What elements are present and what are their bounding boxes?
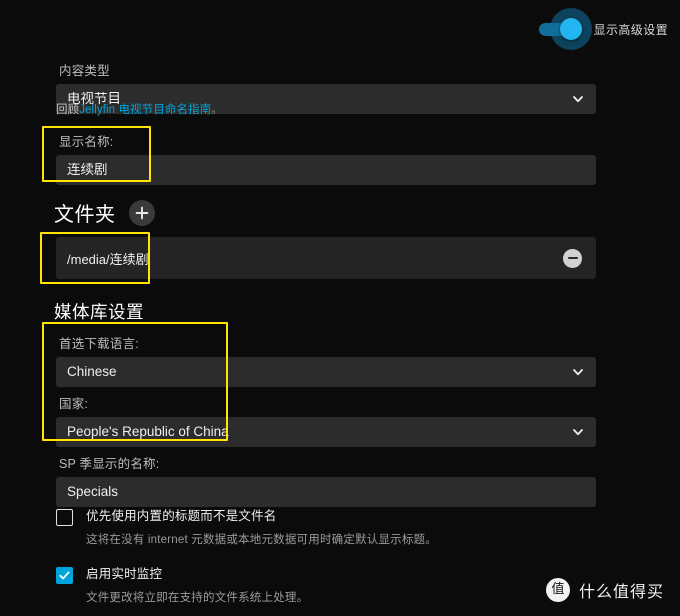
specials-name-field: SP 季显示的名称: Specials: [56, 453, 596, 507]
folders-heading-text: 文件夹: [54, 204, 116, 226]
preferred-language-field: 首选下载语言: Chinese: [56, 333, 596, 387]
realtime-monitor-row: 启用实时监控 文件更改将立即在支持的文件系统上处理。: [56, 566, 616, 605]
advanced-settings-label: 显示高级设置: [593, 22, 668, 37]
advanced-settings-toggle-row[interactable]: 显示高级设置: [538, 8, 668, 50]
watermark-logo-icon: 值: [545, 578, 570, 602]
country-label: 国家:: [59, 397, 89, 411]
display-name-input[interactable]: 连续剧: [56, 155, 596, 185]
switch-knob[interactable]: [559, 18, 582, 40]
display-name-label: 显示名称:: [59, 135, 114, 149]
preferred-language-label: 首选下载语言:: [59, 337, 139, 351]
specials-name-label: SP 季显示的名称:: [59, 457, 160, 471]
chevron-down-icon: [572, 426, 584, 438]
prefer-embedded-titles-description: 这将在没有 internet 元数据或本地元数据可用时确定默认显示标题。: [86, 534, 437, 546]
realtime-monitor-checkbox[interactable]: [56, 567, 73, 584]
specials-name-input[interactable]: Specials: [56, 477, 596, 507]
country-field: 国家: People's Republic of China: [56, 393, 596, 447]
watermark-text: 什么值得买: [578, 584, 664, 601]
folder-path: /media/连续剧: [67, 251, 149, 267]
prefer-embedded-titles-checkbox[interactable]: [56, 509, 73, 526]
minus-circle-icon: [567, 256, 578, 260]
chevron-down-icon: [572, 366, 584, 378]
check-icon: [58, 569, 71, 582]
content-type-label: 内容类型: [59, 64, 110, 78]
display-name-field: 显示名称: 连续剧: [56, 131, 596, 185]
folders-section-heading: 文件夹: [54, 198, 155, 227]
realtime-monitor-description: 文件更改将立即在支持的文件系统上处理。: [86, 592, 309, 604]
naming-guide-link[interactable]: Jellyfin 电视节目命名指南: [79, 104, 211, 116]
preferred-language-value: Chinese: [67, 365, 117, 379]
chevron-down-icon: [572, 93, 584, 105]
watermark: 值 什么值得买: [545, 578, 664, 602]
country-select[interactable]: People's Republic of China: [56, 417, 596, 447]
preferred-language-select[interactable]: Chinese: [56, 357, 596, 387]
naming-guide-helper-text: 回顾Jellyfin 电视节目命名指南。: [56, 101, 223, 117]
advanced-settings-switch[interactable]: [538, 8, 592, 50]
remove-folder-button[interactable]: [563, 248, 582, 268]
specials-name-value: Specials: [67, 485, 119, 499]
display-name-value: 连续剧: [67, 163, 108, 177]
folder-list-item[interactable]: /media/连续剧: [56, 237, 596, 279]
helper-suffix: 。: [211, 104, 223, 116]
settings-page: 显示高级设置 内容类型 电视节目 回顾Jellyfin 电视节目命名指南。 显示…: [0, 0, 680, 616]
country-value: People's Republic of China: [67, 425, 229, 439]
prefer-embedded-titles-row: 优先使用内置的标题而不是文件名 这将在没有 internet 元数据或本地元数据…: [56, 508, 616, 547]
library-settings-heading: 媒体库设置: [54, 302, 144, 322]
plus-icon: [135, 206, 149, 220]
prefer-embedded-titles-label[interactable]: 优先使用内置的标题而不是文件名: [86, 508, 277, 525]
add-folder-button[interactable]: [128, 199, 155, 226]
realtime-monitor-label[interactable]: 启用实时监控: [86, 566, 162, 583]
helper-prefix: 回顾: [56, 104, 80, 116]
